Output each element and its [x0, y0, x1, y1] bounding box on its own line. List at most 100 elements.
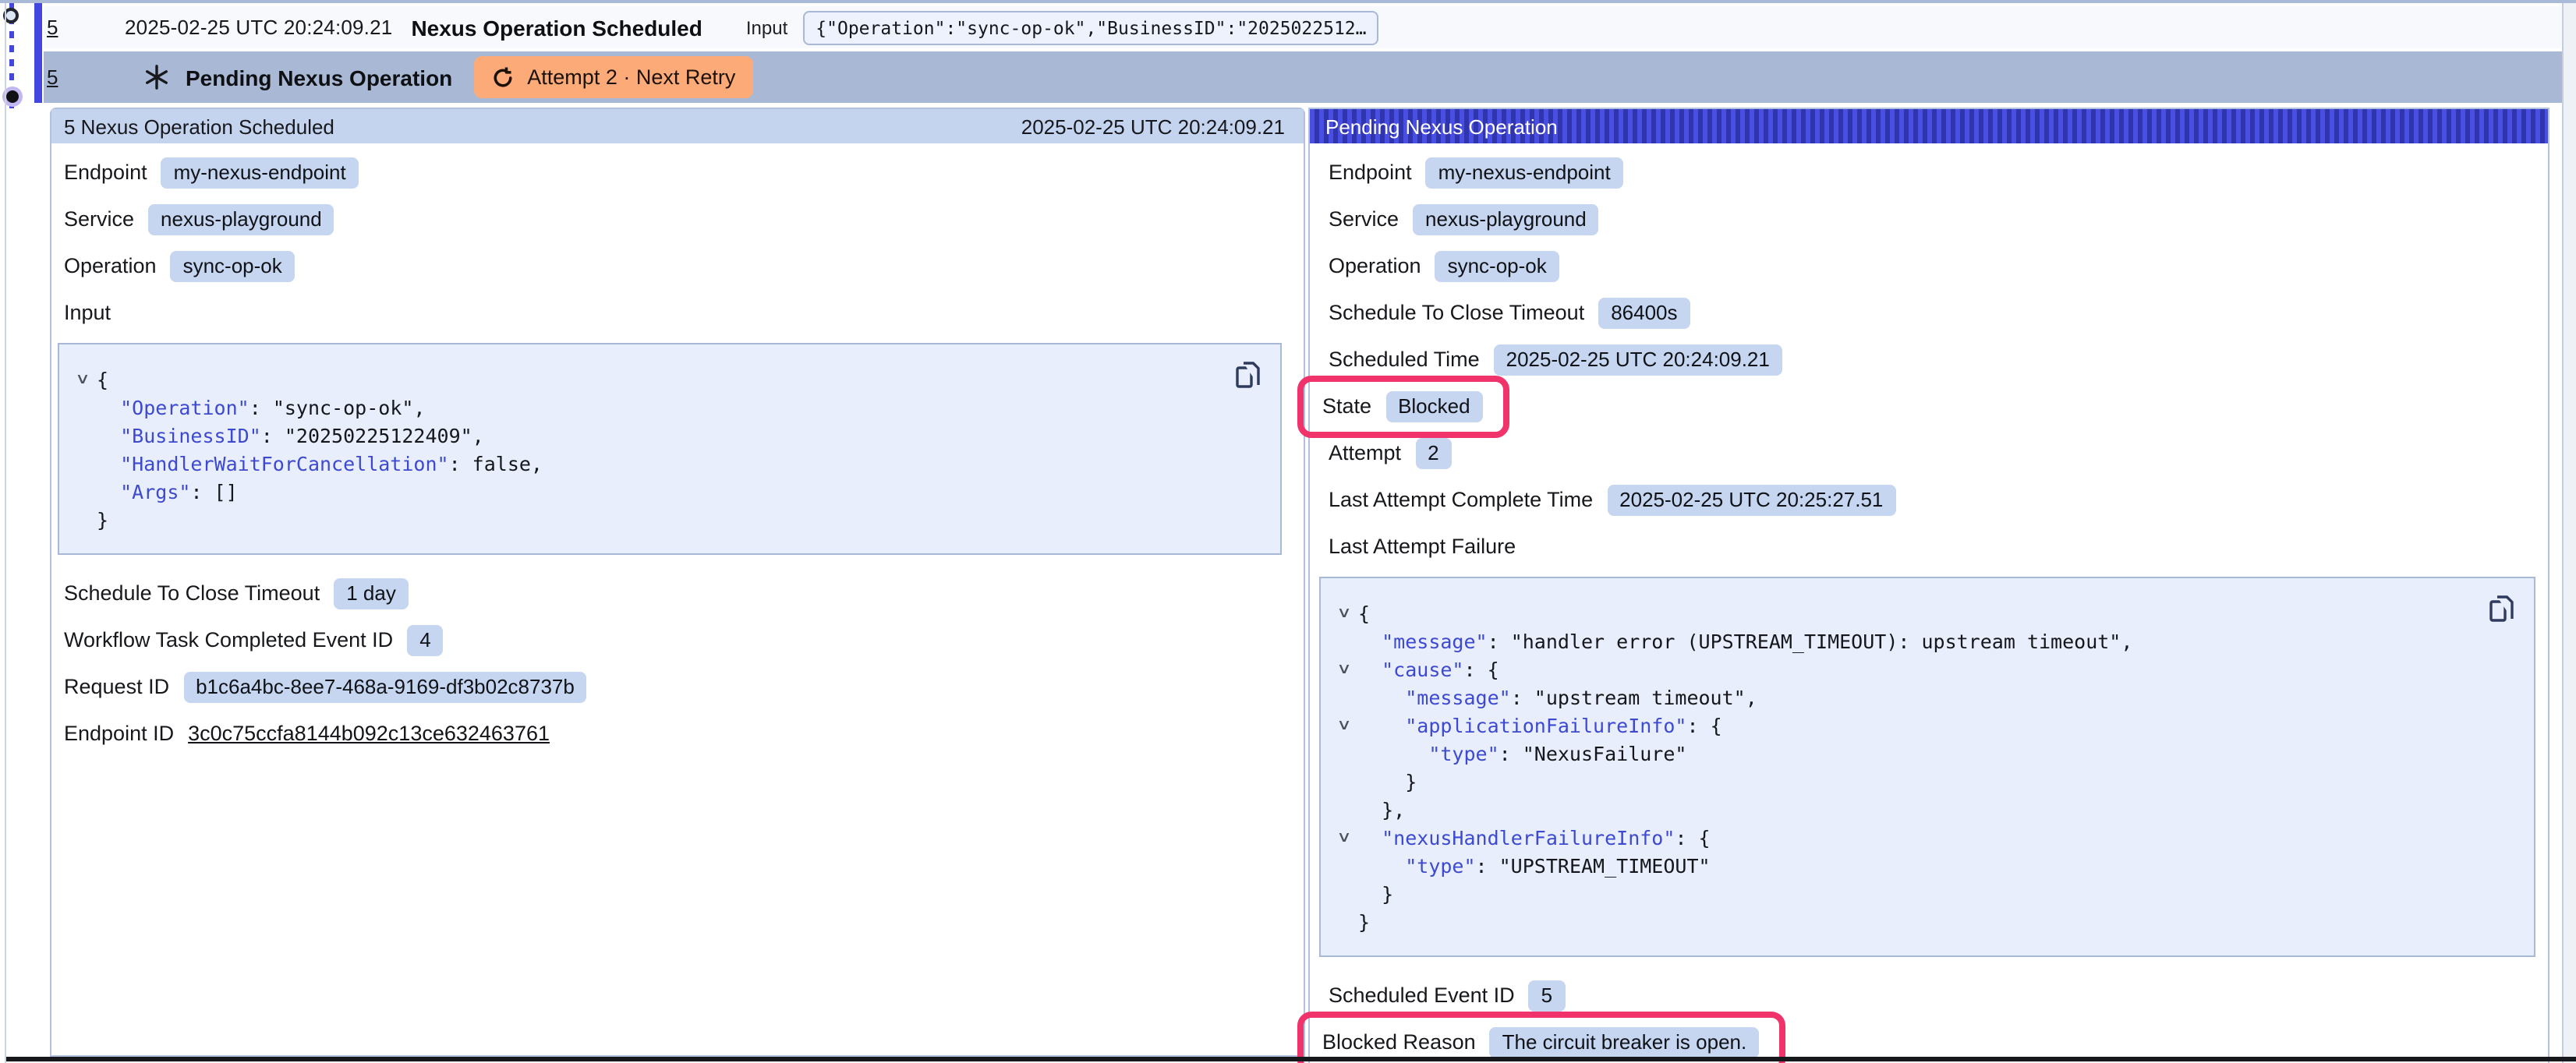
field-label: Endpoint: [1329, 161, 1412, 184]
annotation-highlight-box: Blocked Reason The circuit breaker is ope…: [1297, 1011, 1785, 1063]
code-line: ∨ },: [1330, 795, 2472, 823]
event-id-link[interactable]: 5: [47, 16, 65, 39]
field-value-chip: 1 day: [334, 577, 409, 609]
code-text: "type": "NexusFailure": [1358, 741, 1686, 765]
code-line: ∨{: [69, 365, 1218, 393]
field-label: Attempt: [1329, 441, 1401, 464]
field-label: Operation: [64, 254, 157, 277]
code-line: ∨ "cause": {: [1330, 655, 2472, 683]
code-line: ∨ "type": "UPSTREAM_TIMEOUT": [1330, 851, 2472, 879]
field-value-chip: 4: [407, 624, 443, 655]
event-row-scheduled[interactable]: 5 2025-02-25 UTC 20:24:09.21 Nexus Opera…: [44, 6, 2562, 48]
pending-panel-title: Pending Nexus Operation: [1325, 115, 1558, 138]
event-time: 2025-02-25 UTC 20:24:09.21: [125, 16, 392, 39]
code-line: ∨ "Args": []: [69, 477, 1218, 505]
code-line: ∨ "Operation": "sync-op-ok",: [69, 393, 1218, 421]
detail-field-row: Schedule To Close Timeout 86400s: [1329, 296, 2548, 329]
failure-json-block: ∨{∨ "message": "handler error (UPSTREAM_…: [1319, 577, 2535, 957]
collapse-chevron-icon[interactable]: ∨: [1325, 604, 1364, 621]
field-label: Workflow Task Completed Event ID: [64, 628, 393, 652]
code-line: ∨ "message": "handler error (UPSTREAM_TI…: [1330, 627, 2472, 655]
field-label: Scheduled Time: [1329, 348, 1480, 371]
input-preview-chip[interactable]: {"Operation":"sync-op-ok","BusinessID":"…: [803, 10, 1378, 44]
field-label: Scheduled Event ID: [1329, 984, 1515, 1007]
scheduled-panel-header: 5 Nexus Operation Scheduled 2025-02-25 U…: [51, 109, 1304, 143]
code-line: ∨}: [69, 505, 1218, 533]
detail-field-row: Attempt 2: [1329, 436, 2548, 469]
field-value-chip: nexus-playground: [148, 203, 334, 235]
code-line: ∨ "nexusHandlerFailureInfo": {: [1330, 823, 2472, 851]
retry-badge-text: Attempt 2 · Next Retry: [527, 65, 735, 89]
detail-field-row: Request IDb1c6a4bc-8ee7-468a-9169-df3b02…: [64, 670, 1304, 703]
code-line: ∨ "BusinessID": "20250225122409",: [69, 421, 1218, 449]
annotation-highlight-box: StateBlocked: [1297, 375, 1509, 437]
field-value-chip: The circuit breaker is open.: [1490, 1026, 1760, 1058]
pending-operation-title: Pending Nexus Operation: [186, 65, 452, 90]
field-value-chip: sync-op-ok: [171, 250, 295, 281]
detail-field-row: Endpoint ID 3c0c75ccfa8144b092c13ce632463…: [64, 717, 1304, 750]
code-text: "type": "UPSTREAM_TIMEOUT": [1358, 853, 1711, 877]
detail-field-row: StateBlocked: [1329, 390, 2548, 422]
retry-attempt-badge: Attempt 2 · Next Retry: [474, 56, 752, 98]
code-line: ∨{: [1330, 599, 2472, 627]
code-text: }: [1358, 881, 1393, 905]
field-value-chip: 5: [1529, 980, 1565, 1011]
field-label: Operation: [1329, 254, 1421, 277]
field-value-chip: 86400s: [1598, 297, 1690, 328]
collapse-chevron-icon[interactable]: ∨: [1325, 660, 1364, 677]
scheduled-panel-time: 2025-02-25 UTC 20:24:09.21: [1021, 115, 1285, 138]
code-text: "applicationFailureInfo": {: [1358, 713, 1722, 736]
collapse-chevron-icon[interactable]: ∨: [1325, 716, 1364, 733]
temporal-event-history-view: 5 2025-02-25 UTC 20:24:09.21 Nexus Opera…: [0, 0, 2576, 1063]
field-label: Schedule To Close Timeout: [1329, 301, 1584, 324]
field-label: Request ID: [64, 675, 169, 698]
detail-field-row: Schedule To Close Timeout 1 day: [64, 577, 1304, 609]
detail-field-row: Endpointmy-nexus-endpoint: [64, 156, 1304, 189]
code-text: "HandlerWaitForCancellation": false,: [97, 451, 543, 475]
event-id-link[interactable]: 5: [47, 65, 65, 89]
pending-operation-detail-panel: Pending Nexus Operation Endpoint my-nexus…: [1308, 108, 2549, 1063]
field-label: Endpoint ID: [64, 722, 174, 745]
scrollbar-track[interactable]: [2564, 3, 2576, 1063]
input-json-block: ∨{∨ "Operation": "sync-op-ok",∨ "Busines…: [58, 343, 1282, 555]
detail-field-row: Operation sync-op-ok: [1329, 249, 2548, 282]
detail-field-row: Scheduled Time2025-02-25 UTC 20:24:09.21: [1329, 343, 2548, 376]
code-text: "nexusHandlerFailureInfo": {: [1358, 825, 1711, 849]
code-line: ∨ "message": "upstream timeout",: [1330, 683, 2472, 711]
field-label: Schedule To Close Timeout: [64, 581, 320, 605]
field-value-link[interactable]: 3c0c75ccfa8144b092c13ce632463761: [188, 722, 550, 745]
field-value-chip: sync-op-ok: [1435, 250, 1559, 281]
detail-field-row: Endpoint my-nexus-endpoint: [1329, 156, 2548, 189]
code-text: }: [1358, 909, 1370, 933]
field-value-chip: 2: [1415, 437, 1451, 468]
code-text: }: [97, 507, 108, 531]
collapse-chevron-icon[interactable]: ∨: [63, 370, 102, 387]
pending-panel-header: Pending Nexus Operation: [1310, 109, 2548, 143]
retry-icon: [491, 65, 515, 90]
collapse-chevron-icon[interactable]: ∨: [1325, 828, 1364, 846]
field-label: Service: [1329, 207, 1399, 231]
detail-field-row: Servicenexus-playground: [64, 203, 1304, 235]
bottom-divider-line: [6, 1057, 2576, 1061]
field-label: Endpoint: [64, 161, 147, 184]
code-line: ∨ }: [1330, 767, 2472, 795]
field-label: Blocked Reason: [1322, 1030, 1476, 1054]
code-line: ∨ "applicationFailureInfo": {: [1330, 711, 2472, 739]
code-text: },: [1358, 797, 1405, 821]
code-line: ∨}: [1330, 907, 2472, 935]
scheduled-panel-body: Endpointmy-nexus-endpoint Servicenexus-pl…: [51, 143, 1304, 750]
timeline-current-event-icon[interactable]: [5, 90, 18, 103]
event-rows: 5 2025-02-25 UTC 20:24:09.21 Nexus Opera…: [44, 6, 2562, 103]
field-value-chip: my-nexus-endpoint: [1426, 157, 1623, 188]
event-row-pending[interactable]: 5 Pending Nexus Operation Attempt 2 · Ne…: [44, 51, 2562, 103]
detail-field-row: Operation sync-op-ok: [64, 249, 1304, 282]
left-frame-border: [5, 3, 6, 1063]
code-text: "BusinessID": "20250225122409",: [97, 423, 484, 447]
copy-icon[interactable]: [2489, 594, 2515, 623]
failure-section-label: Last Attempt Failure: [1329, 535, 1516, 558]
copy-icon[interactable]: [1235, 360, 1261, 390]
detail-field-row: Service nexus-playground: [1329, 203, 2548, 235]
field-value-chip: nexus-playground: [1413, 203, 1599, 235]
pending-panel-body: Endpoint my-nexus-endpoint Service nexus-pl…: [1310, 143, 2548, 1058]
input-section-label: Input: [64, 301, 111, 324]
